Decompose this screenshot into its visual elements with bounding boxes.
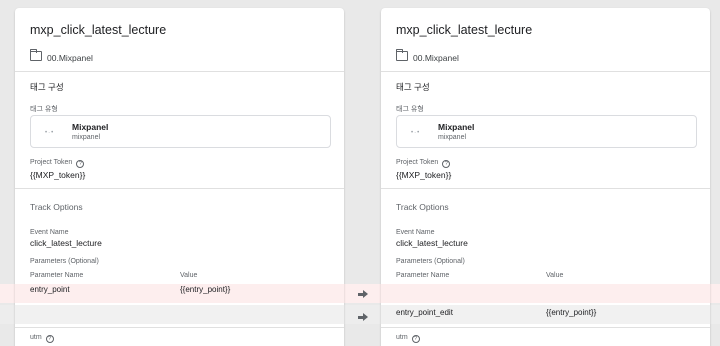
utm-label-text: utm: [30, 334, 42, 341]
folder-icon: [395, 48, 408, 61]
param-name-header: Parameter Name: [396, 272, 450, 279]
tag-type-subtitle: mixpanel: [438, 134, 467, 141]
tag-config-heading: 태그 구성: [396, 82, 430, 92]
tag-title: mxp_click_latest_lecture: [30, 23, 167, 37]
mixpanel-dots-icon: •·•: [45, 130, 55, 136]
project-token-label-text: Project Token: [396, 159, 439, 166]
mixpanel-dots-icon: •·•: [411, 130, 421, 136]
arrow-right-icon: [358, 313, 368, 322]
param-name-cell: entry_point_edit: [396, 308, 453, 317]
param-value-header: Value: [180, 272, 198, 279]
help-circle-icon[interactable]: ?: [76, 160, 85, 168]
parameters-label: Parameters (Optional): [396, 258, 465, 265]
event-name-value: click_latest_lecture: [396, 238, 468, 248]
project-token-value: {{MXP_token}}: [30, 170, 86, 180]
event-name-value: click_latest_lecture: [30, 238, 102, 248]
param-value-header: Value: [546, 272, 564, 279]
tag-type-name: Mixpanel: [438, 122, 475, 132]
project-token-label-text: Project Token: [30, 159, 73, 166]
tag-type-name: Mixpanel: [72, 122, 109, 132]
divider: [15, 71, 344, 72]
param-value-cell: {{entry_point}}: [180, 285, 231, 294]
right-version-panel: mxp_click_latest_lecture 00.Mixpanel 태그 …: [381, 8, 710, 346]
tag-type-label: 태그 유형: [30, 106, 58, 113]
help-circle-icon[interactable]: ?: [45, 335, 54, 343]
arrow-right-icon: [358, 290, 368, 299]
utm-label: utm?: [396, 334, 420, 343]
divider: [381, 71, 710, 72]
divider: [381, 327, 710, 328]
param-name-header: Parameter Name: [30, 272, 84, 279]
utm-label-text: utm: [396, 334, 408, 341]
added-param-row-placeholder: [15, 305, 344, 324]
tag-type-card[interactable]: •·• Mixpanel mixpanel: [30, 115, 331, 148]
tag-config-heading: 태그 구성: [30, 82, 64, 92]
folder-name[interactable]: 00.Mixpanel: [47, 53, 93, 63]
project-token-value: {{MXP_token}}: [396, 170, 452, 180]
track-options-heading: Track Options: [30, 202, 83, 212]
tag-type-subtitle: mixpanel: [72, 134, 101, 141]
divider: [15, 327, 344, 328]
tag-title: mxp_click_latest_lecture: [396, 23, 533, 37]
param-name-cell: entry_point: [30, 285, 70, 294]
folder-icon: [29, 48, 42, 61]
project-token-label: Project Token?: [30, 159, 85, 168]
event-name-label: Event Name: [30, 229, 69, 236]
track-options-heading: Track Options: [396, 202, 449, 212]
folder-name[interactable]: 00.Mixpanel: [413, 53, 459, 63]
tag-type-card[interactable]: •·• Mixpanel mixpanel: [396, 115, 697, 148]
help-circle-icon[interactable]: ?: [442, 160, 451, 168]
help-circle-icon[interactable]: ?: [411, 335, 420, 343]
divider: [15, 188, 344, 189]
param-value-cell: {{entry_point}}: [546, 308, 597, 317]
utm-label: utm?: [30, 334, 54, 343]
parameters-label: Parameters (Optional): [30, 258, 99, 265]
event-name-label: Event Name: [396, 229, 435, 236]
removed-param-row-placeholder: [381, 284, 710, 303]
tag-type-label: 태그 유형: [396, 106, 424, 113]
project-token-label: Project Token?: [396, 159, 451, 168]
divider: [381, 188, 710, 189]
left-version-panel: mxp_click_latest_lecture 00.Mixpanel 태그 …: [15, 8, 344, 346]
